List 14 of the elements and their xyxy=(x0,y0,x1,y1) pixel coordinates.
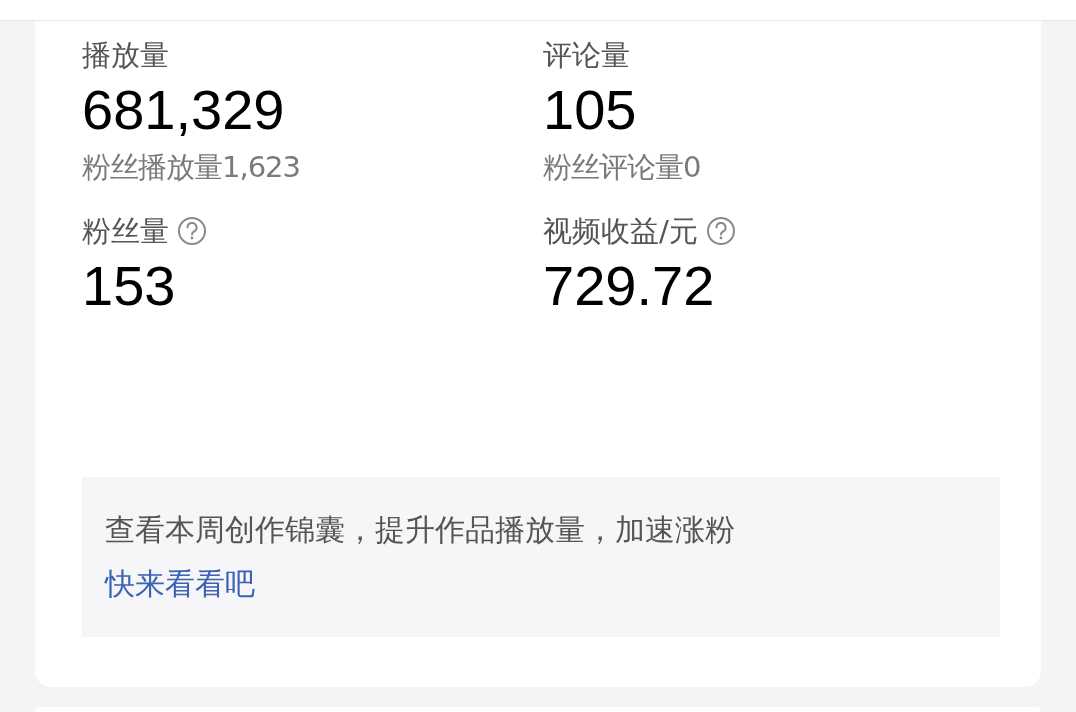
stat-value: 105 xyxy=(543,77,637,143)
tip-text: 查看本周创作锦囊，提升作品播放量，加速涨粉 快来看看吧 xyxy=(105,511,736,603)
tip-link[interactable]: 快来看看吧 xyxy=(105,566,255,601)
stat-label: 视频收益/元 xyxy=(543,213,698,250)
stat-label: 粉丝量 xyxy=(82,213,169,250)
stat-value: 153 xyxy=(82,253,176,319)
help-icon[interactable] xyxy=(705,216,736,246)
stat-label: 评论量 xyxy=(543,37,630,74)
stat-subtext: 粉丝播放量1,623 xyxy=(82,149,301,186)
help-icon[interactable] xyxy=(177,216,207,246)
stat-subtext: 粉丝评论量0 xyxy=(543,149,701,186)
stat-label: 播放量 xyxy=(82,37,169,74)
stat-value: 729.72 xyxy=(543,253,715,319)
stat-value: 681,329 xyxy=(82,77,285,143)
